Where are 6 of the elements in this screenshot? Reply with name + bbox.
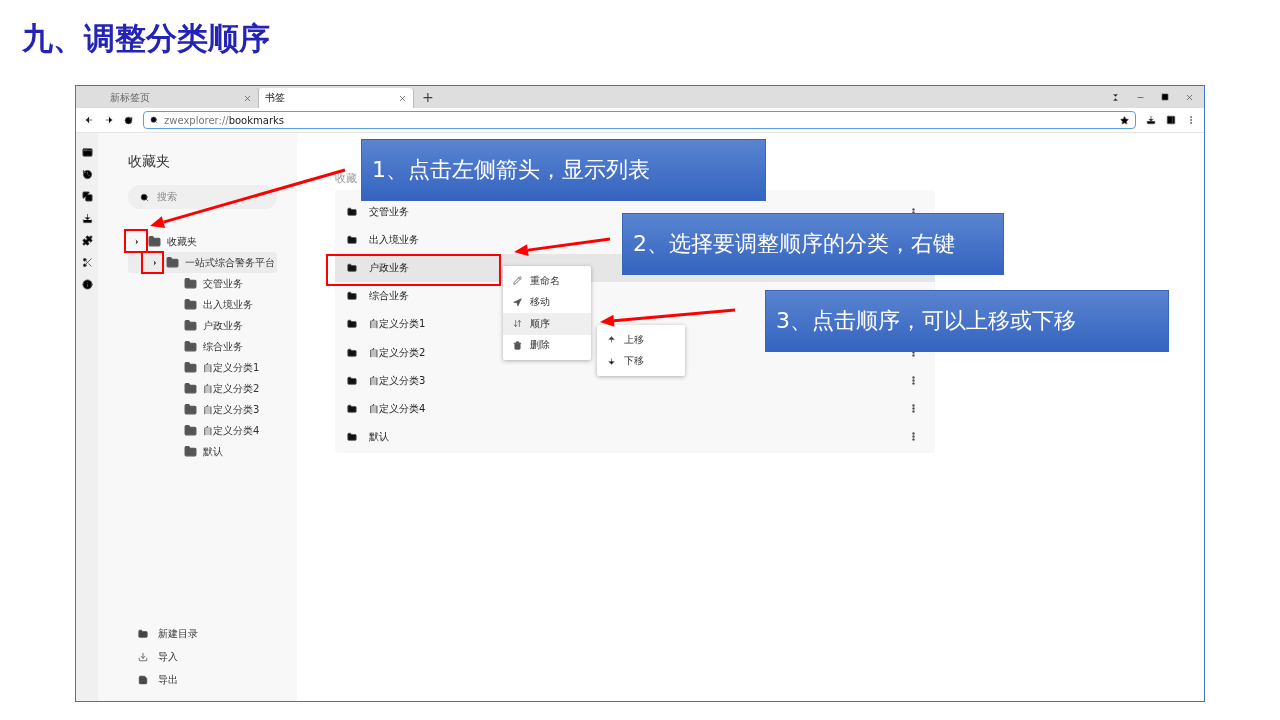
- callout-tooltip: 1、点击左侧箭头，显示列表: [361, 139, 766, 201]
- sidebar-title: 收藏夹: [128, 153, 171, 171]
- page-heading: 收藏: [335, 171, 357, 187]
- slide-title: 九、调整分类顺序: [22, 19, 270, 58]
- callout-tooltip: 2、选择要调整顺序的分类，右键: [622, 213, 1004, 275]
- callout-tooltip: 3、点击顺序，可以上移或下移: [765, 290, 1169, 352]
